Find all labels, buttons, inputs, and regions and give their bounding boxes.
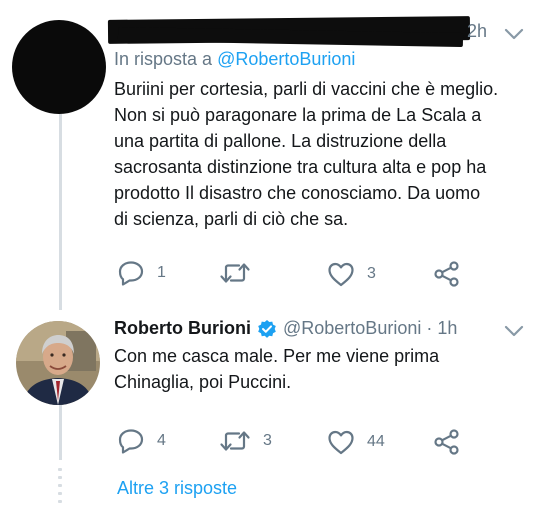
share-button[interactable] [433,429,461,455]
verified-badge-icon [258,319,276,338]
heart-icon [328,262,354,287]
share-icon [434,261,459,287]
tweet-header: Roberto Burioni @RobertoBurioni · 1h [114,318,457,339]
reply-to-line: In risposta a @RobertoBurioni [114,49,355,70]
avatar[interactable] [16,321,100,405]
more-replies-link[interactable]: Altre 3 risposte [117,478,237,499]
retweet-button[interactable]: 3 [219,430,272,452]
reply-count: 1 [157,264,166,281]
tweet-timestamp[interactable]: 1h [437,318,457,339]
reply-to-mention[interactable]: @RobertoBurioni [217,49,355,69]
share-button[interactable] [433,261,461,287]
tweet-text-line: Con me casca male. Per me viene prima [114,346,440,366]
heart-icon [328,430,354,455]
reply-count: 4 [157,432,166,449]
tweet-text-line: una partita di pallone. La distruzione d… [114,131,447,151]
author-name[interactable]: Roberto Burioni [114,318,251,339]
tweet-timestamp[interactable]: 2h [467,21,487,42]
header-separator: · [426,318,433,338]
tweet-text-line: Non si può paragonare la prima de La Sca… [114,105,482,125]
like-count: 3 [367,265,376,282]
thread-continuation-dots [58,468,62,508]
tweet-text: Con me casca male. Per me viene prima Ch… [114,343,439,395]
tweet-text-line: Chinaglia, poi Puccini. [114,372,292,392]
reply-to-prefix: In risposta a [114,49,213,69]
thread-line [59,114,62,310]
tweet-text-line: prodotto Il disastro che conosciamo. Da … [114,183,481,203]
reply-icon [118,429,144,454]
tweet-text: Buriini per cortesia, parli di vaccini c… [114,76,498,232]
share-icon [434,429,459,455]
reply-icon [118,261,144,286]
retweet-icon [220,431,250,451]
chevron-down-icon[interactable] [503,324,525,338]
tweet-text-line: sacrosanta distinzione tra cultura alta … [114,157,487,177]
like-count: 44 [367,433,385,450]
reply-button[interactable]: 1 [117,260,166,286]
like-button[interactable]: 44 [327,429,385,455]
redacted-avatar[interactable] [12,20,106,114]
chevron-down-icon[interactable] [503,27,525,41]
author-handle[interactable]: @RobertoBurioni [283,318,421,339]
retweet-icon [220,263,250,283]
tweet-text-line: di scienza, parli di ciò che sa. [114,209,349,229]
like-button[interactable]: 3 [327,261,376,287]
thread-line [59,405,62,460]
profile-photo [16,321,100,405]
reply-button[interactable]: 4 [117,428,166,454]
retweet-button[interactable] [219,262,263,284]
tweet-text-line: Buriini per cortesia, parli di vaccini c… [114,79,499,99]
retweet-count: 3 [263,432,272,449]
